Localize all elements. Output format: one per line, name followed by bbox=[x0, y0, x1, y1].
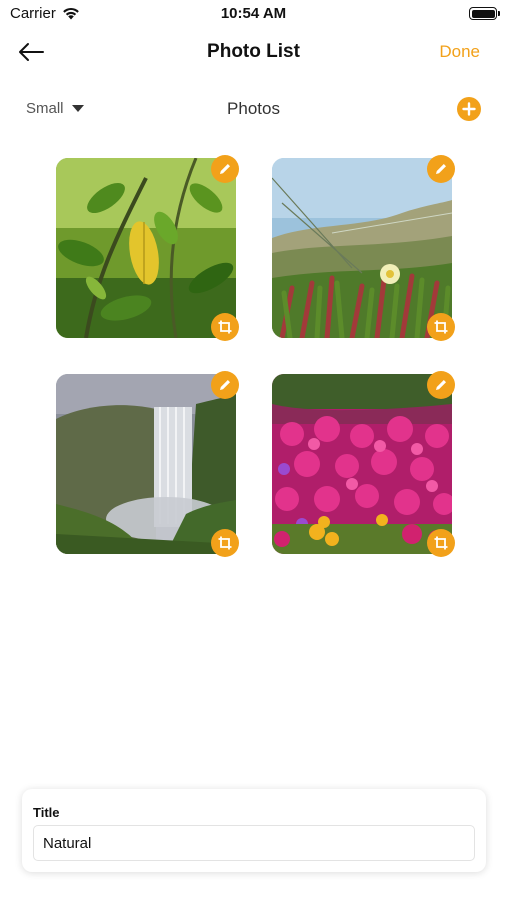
edit-photo-button[interactable] bbox=[427, 155, 455, 183]
crop-photo-button[interactable] bbox=[211, 529, 239, 557]
pencil-icon bbox=[436, 380, 446, 390]
add-photo-button[interactable] bbox=[457, 97, 481, 121]
battery-icon bbox=[469, 7, 500, 20]
nav-bar: Photo List Done bbox=[0, 30, 507, 74]
done-button[interactable]: Done bbox=[439, 42, 480, 62]
pencil-icon bbox=[220, 380, 230, 390]
photo-tile-2[interactable] bbox=[272, 155, 455, 341]
photo-waterfall[interactable] bbox=[56, 374, 236, 554]
waterfall-image bbox=[56, 374, 236, 554]
crop-icon bbox=[434, 536, 448, 550]
edit-photo-button[interactable] bbox=[211, 155, 239, 183]
dune-plants-image bbox=[272, 158, 452, 338]
pink-flowers-image bbox=[272, 374, 452, 554]
photo-dune-plants[interactable] bbox=[272, 158, 452, 338]
pencil-icon bbox=[220, 164, 230, 174]
clock: 10:54 AM bbox=[220, 5, 287, 22]
edit-photo-button[interactable] bbox=[211, 371, 239, 399]
photo-pink-flowers[interactable] bbox=[272, 374, 452, 554]
edit-photo-button[interactable] bbox=[427, 371, 455, 399]
crop-photo-button[interactable] bbox=[427, 313, 455, 341]
photos-toolbar: Small Photos bbox=[0, 92, 507, 126]
title-label: Title bbox=[33, 805, 60, 820]
crop-icon bbox=[434, 320, 448, 334]
photo-tile-1[interactable] bbox=[56, 155, 239, 341]
crop-photo-button[interactable] bbox=[427, 529, 455, 557]
crop-photo-button[interactable] bbox=[211, 313, 239, 341]
photo-tile-4[interactable] bbox=[272, 371, 455, 557]
photo-tile-3[interactable] bbox=[56, 371, 239, 557]
status-bar: Carrier 10:54 AM bbox=[0, 0, 507, 28]
leaves-image bbox=[56, 158, 236, 338]
title-card: Title bbox=[22, 789, 486, 872]
photo-grid bbox=[56, 155, 455, 557]
pencil-icon bbox=[436, 164, 446, 174]
plus-circle-icon bbox=[462, 102, 476, 116]
crop-icon bbox=[218, 536, 232, 550]
photo-leaves[interactable] bbox=[56, 158, 236, 338]
crop-icon bbox=[218, 320, 232, 334]
section-title: Photos bbox=[227, 99, 280, 118]
page-title: Photo List bbox=[207, 41, 300, 62]
title-input[interactable] bbox=[33, 825, 475, 861]
